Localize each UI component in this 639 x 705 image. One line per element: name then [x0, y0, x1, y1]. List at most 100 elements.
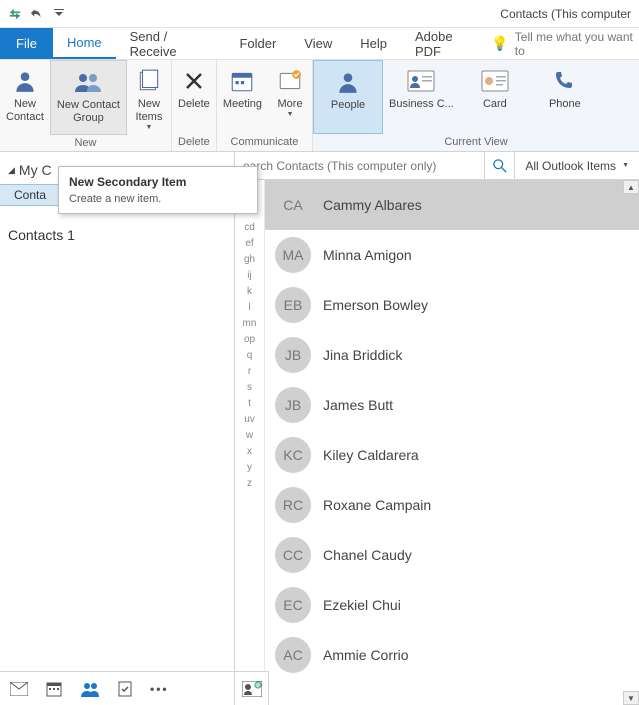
alpha-index-mn[interactable]: mn — [243, 318, 257, 329]
ribbon-group-communicate: Meeting More ▼ Communicate — [217, 60, 313, 151]
calendar-icon — [229, 64, 255, 98]
contact-row[interactable]: RCRoxane Campain — [265, 480, 639, 530]
nav-item-contacts-1[interactable]: Contacts 1 — [0, 224, 234, 246]
tooltip-title: New Secondary Item — [69, 175, 247, 189]
new-items-icon — [136, 64, 162, 98]
tell-me-search[interactable]: 💡 Tell me what you want to — [491, 28, 639, 59]
contact-row[interactable]: MAMinna Amigon — [265, 230, 639, 280]
alpha-index-t[interactable]: t — [248, 398, 251, 409]
alpha-index-s[interactable]: s — [247, 382, 252, 393]
more-button[interactable]: More ▼ — [268, 60, 312, 134]
people-group-icon — [73, 65, 103, 99]
avatar: RC — [275, 487, 311, 523]
card-icon — [481, 64, 509, 98]
view-phone-label: Phone — [549, 98, 581, 111]
lightbulb-icon: 💡 — [491, 35, 508, 52]
qat-send-receive-icon[interactable] — [4, 3, 26, 25]
alphabet-index: 123abcdefghijklmnopqrstuvwxyz — [235, 180, 265, 705]
alpha-index-k[interactable]: k — [247, 286, 252, 297]
alpha-index-l[interactable]: l — [248, 302, 250, 313]
alpha-index-z[interactable]: z — [247, 478, 252, 489]
view-card-button[interactable]: Card — [460, 60, 530, 134]
avatar: JB — [275, 337, 311, 373]
view-business-card-button[interactable]: Business C... — [383, 60, 460, 134]
alpha-index-gh[interactable]: gh — [244, 254, 255, 265]
contact-name: Emerson Bowley — [323, 297, 428, 313]
new-items-button[interactable]: New Items ▼ — [127, 60, 171, 135]
calendar-module-icon[interactable] — [46, 681, 62, 697]
avatar: KC — [275, 437, 311, 473]
contact-name: Ezekiel Chui — [323, 597, 401, 613]
view-people-button[interactable]: People — [313, 60, 383, 134]
contact-name: Jina Briddick — [323, 347, 402, 363]
tab-file[interactable]: File — [0, 28, 53, 59]
more-icon — [277, 64, 303, 98]
search-button[interactable] — [485, 152, 515, 179]
delete-x-icon — [182, 64, 206, 98]
avatar: CA — [275, 187, 311, 223]
view-phone-button[interactable]: Phone — [530, 60, 600, 134]
new-contact-button[interactable]: New Contact — [0, 60, 50, 135]
meeting-button[interactable]: Meeting — [217, 60, 268, 134]
avatar: CC — [275, 537, 311, 573]
tab-home[interactable]: Home — [53, 28, 116, 59]
tab-send-receive[interactable]: Send / Receive — [116, 28, 226, 59]
alpha-index-op[interactable]: op — [244, 334, 255, 345]
alpha-index-w[interactable]: w — [246, 430, 253, 441]
alpha-index-ef[interactable]: ef — [245, 238, 253, 249]
ribbon-group-new-label: New — [0, 135, 171, 152]
scroll-down-button[interactable]: ▼ — [623, 691, 639, 705]
alpha-index-y[interactable]: y — [247, 462, 252, 473]
contact-row[interactable]: CA Cammy Albares — [265, 180, 639, 230]
contact-row[interactable]: JBJames Butt — [265, 380, 639, 430]
alpha-index-x[interactable]: x — [247, 446, 252, 457]
tab-adobe-pdf[interactable]: Adobe PDF — [401, 28, 491, 59]
person-icon — [335, 65, 361, 99]
reading-pane-toggle[interactable] — [235, 671, 269, 705]
contact-name: Ammie Corrio — [323, 647, 409, 663]
avatar: AC — [275, 637, 311, 673]
contact-row[interactable]: JB Jina Briddick — [265, 330, 639, 380]
alpha-index-q[interactable]: q — [247, 350, 253, 361]
contact-row[interactable]: KC Kiley Caldarera — [265, 430, 639, 480]
tell-me-label: Tell me what you want to — [515, 30, 635, 58]
contact-row[interactable]: EBEmerson Bowley — [265, 280, 639, 330]
search-input[interactable] — [235, 152, 485, 179]
scroll-up-button[interactable]: ▲ — [623, 180, 639, 194]
scope-filter-dropdown[interactable]: All Outlook Items ▼ — [515, 152, 639, 179]
ribbon-tabs: File Home Send / Receive Folder View Hel… — [0, 28, 639, 60]
contact-name: James Butt — [323, 397, 393, 413]
contact-row[interactable]: ECEzekiel Chui — [265, 580, 639, 630]
list-area: 123abcdefghijklmnopqrstuvwxyz ▲ CACammy … — [235, 180, 639, 705]
delete-button[interactable]: Delete — [172, 60, 216, 134]
tab-view[interactable]: View — [290, 28, 346, 59]
contact-name: Cammy Albares — [323, 197, 422, 213]
tasks-module-icon[interactable] — [118, 681, 132, 697]
navigation-pane: ◢ My C Conta Contacts 1 New Secondary It… — [0, 152, 235, 705]
new-contact-group-button[interactable]: New Contact Group — [50, 60, 127, 135]
alpha-index-ij[interactable]: ij — [247, 270, 251, 281]
tab-folder[interactable]: Folder — [225, 28, 290, 59]
phone-icon — [553, 64, 577, 98]
contact-name: Kiley Caldarera — [323, 447, 419, 463]
view-card-label: Card — [483, 98, 507, 111]
qat-customize-icon[interactable] — [48, 3, 70, 25]
people-module-icon[interactable] — [80, 681, 100, 697]
main-area: ◢ My C Conta Contacts 1 New Secondary It… — [0, 152, 639, 705]
new-contact-group-label: New Contact Group — [57, 99, 120, 125]
ribbon: New Contact New Contact Group New Items … — [0, 60, 639, 152]
alpha-index-uv[interactable]: uv — [244, 414, 255, 425]
meeting-label: Meeting — [223, 98, 262, 111]
mail-module-icon[interactable] — [10, 682, 28, 696]
tab-help[interactable]: Help — [346, 28, 401, 59]
search-icon — [493, 159, 507, 173]
contact-row[interactable]: AC Ammie Corrio — [265, 630, 639, 680]
contact-row[interactable]: CCChanel Caudy — [265, 530, 639, 580]
contact-list-pane: ▲ CA Cammy Albares MAMinna AmigonEBEmerson… — [265, 180, 639, 705]
contact-list: CA Cammy Albares MAMinna AmigonEBEmerson B… — [265, 180, 639, 705]
qat-undo-icon[interactable] — [26, 3, 48, 25]
alpha-index-cd[interactable]: cd — [244, 222, 255, 233]
more-modules-icon[interactable]: ••• — [150, 682, 169, 696]
alpha-index-r[interactable]: r — [248, 366, 251, 377]
delete-label: Delete — [178, 98, 210, 111]
